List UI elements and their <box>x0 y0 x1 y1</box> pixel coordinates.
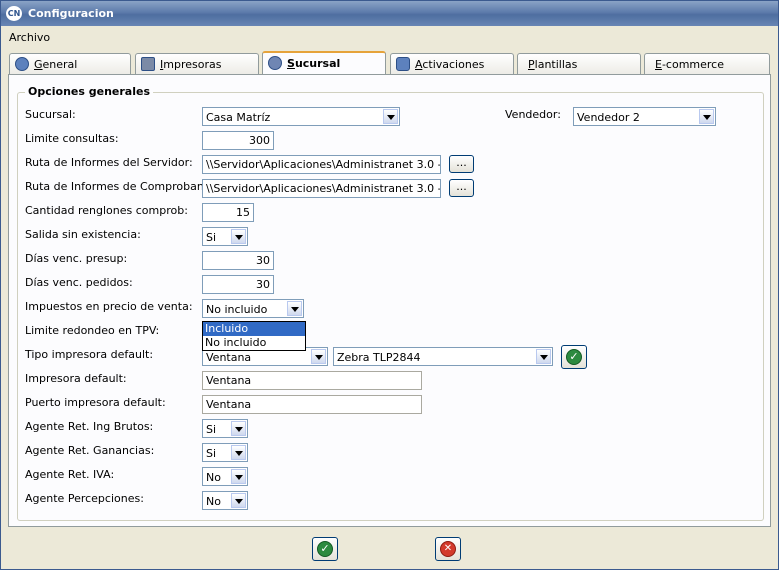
agente-percepciones-value: No <box>206 495 221 508</box>
ruta-servidor-label: Ruta de Informes del Servidor: <box>25 156 193 169</box>
window-title: Configuracion <box>28 7 114 20</box>
agente-ganancias-select[interactable]: Si <box>202 443 248 462</box>
impuestos-precio-value: No incluido <box>206 303 268 316</box>
vendedor-value: Vendedor 2 <box>577 111 640 124</box>
dias-venc-pedidos-label: Días venc. pedidos: <box>25 276 133 289</box>
branch-icon <box>268 56 282 70</box>
ruta-comprobantes-browse-button[interactable]: ... <box>449 179 474 197</box>
chevron-down-icon[interactable] <box>231 229 246 244</box>
puerto-impresora-label: Puerto impresora default: <box>25 396 166 409</box>
tab-activaciones[interactable]: Activaciones <box>390 53 514 75</box>
cantidad-renglones-input[interactable]: 15 <box>202 203 254 222</box>
chevron-down-icon[interactable] <box>699 109 714 124</box>
agente-iva-value: No <box>206 471 221 484</box>
ruta-comprobantes-label: Ruta de Informes de Comprobantes: <box>25 180 225 193</box>
tab-activaciones-label: Activaciones <box>415 58 485 71</box>
tab-general[interactable]: General <box>9 53 131 75</box>
menu-archivo[interactable]: Archivo <box>9 31 50 44</box>
ok-button[interactable]: ✓ <box>312 537 338 561</box>
chevron-down-icon[interactable] <box>231 445 246 460</box>
chevron-down-icon[interactable] <box>287 301 302 316</box>
checkbox-icon <box>396 57 410 71</box>
vendedor-select[interactable]: Vendedor 2 <box>573 107 716 126</box>
tab-sucursal-label: Sucursal <box>287 57 341 70</box>
group-title: Opciones generales <box>25 85 153 98</box>
printer-icon <box>141 57 155 71</box>
impuestos-dropdown-list: Incluido No incluido <box>202 321 306 351</box>
sucursal-label: Sucursal: <box>25 108 76 121</box>
agente-ganancias-value: Si <box>206 447 217 460</box>
tab-sucursal[interactable]: Sucursal <box>262 51 386 76</box>
salida-sin-existencia-select[interactable]: Si <box>202 227 248 246</box>
impresora-default-input[interactable]: Ventana <box>202 371 422 390</box>
salida-sin-existencia-label: Salida sin existencia: <box>25 228 141 241</box>
printer-model-select[interactable]: Zebra TLP2844 <box>333 347 553 366</box>
check-icon: ✓ <box>566 349 582 365</box>
cancel-button[interactable]: ✕ <box>435 537 461 561</box>
app-logo-icon: CN <box>6 6 22 21</box>
tab-strip: General Impresoras Sucursal Activaciones… <box>8 51 771 76</box>
agente-ing-brutos-value: Si <box>206 423 217 436</box>
impuestos-precio-select[interactable]: No incluido <box>202 299 304 318</box>
chevron-down-icon[interactable] <box>536 349 551 364</box>
sucursal-select[interactable]: Casa Matríz <box>202 107 400 126</box>
ruta-servidor-input[interactable]: \\Servidor\Aplicaciones\Administranet 3.… <box>202 155 441 174</box>
dias-venc-presup-label: Días venc. presup: <box>25 252 128 265</box>
agente-ing-brutos-label: Agente Ret. Ing Brutos: <box>25 420 154 433</box>
limite-consultas-input[interactable]: 300 <box>202 131 274 150</box>
agente-ganancias-label: Agente Ret. Ganancias: <box>25 444 155 457</box>
agente-ing-brutos-select[interactable]: Si <box>202 419 248 438</box>
tab-impresoras-label: Impresoras <box>160 58 222 71</box>
agente-percepciones-select[interactable]: No <box>202 491 248 510</box>
chevron-down-icon[interactable] <box>383 109 398 124</box>
chevron-down-icon[interactable] <box>311 349 326 364</box>
cantidad-renglones-label: Cantidad renglones comprob: <box>25 204 188 217</box>
tab-general-label: General <box>34 58 78 71</box>
tipo-impresora-value: Ventana <box>206 351 252 364</box>
tab-ecommerce[interactable]: E-commerce <box>644 53 770 75</box>
tab-plantillas-label: Plantillas <box>528 58 578 71</box>
menu-bar: Archivo <box>9 31 50 47</box>
chevron-down-icon[interactable] <box>231 493 246 508</box>
vendedor-label: Vendedor: <box>505 108 561 121</box>
sucursal-value: Casa Matríz <box>206 111 271 124</box>
cancel-icon: ✕ <box>440 541 456 557</box>
wrench-icon <box>15 57 29 71</box>
options-group: Opciones generales Sucursal: Casa Matríz… <box>17 85 764 521</box>
agente-percepciones-label: Agente Percepciones: <box>25 492 144 505</box>
ruta-servidor-browse-button[interactable]: ... <box>449 155 474 173</box>
tab-panel-sucursal: Opciones generales Sucursal: Casa Matríz… <box>8 74 771 527</box>
limite-redondeo-label: Limite redondeo en TPV: <box>25 324 160 337</box>
chevron-down-icon[interactable] <box>231 421 246 436</box>
tipo-impresora-label: Tipo impresora default: <box>25 348 154 361</box>
tab-impresoras[interactable]: Impresoras <box>135 53 259 75</box>
puerto-impresora-input[interactable]: Ventana <box>202 395 422 414</box>
limite-consultas-label: Limite consultas: <box>25 132 119 145</box>
dropdown-option-no-incluido[interactable]: No incluido <box>203 336 305 350</box>
impuestos-precio-label: Impuestos en precio de venta: <box>25 300 193 313</box>
check-icon: ✓ <box>317 541 333 557</box>
dias-venc-pedidos-input[interactable]: 30 <box>202 275 274 294</box>
config-window: CN Configuracion Archivo General Impreso… <box>0 0 779 570</box>
agente-iva-select[interactable]: No <box>202 467 248 486</box>
tab-ecommerce-label: E-commerce <box>655 58 724 71</box>
dias-venc-presup-input[interactable]: 30 <box>202 251 274 270</box>
confirm-printer-button[interactable]: ✓ <box>561 345 587 369</box>
salida-sin-existencia-value: Si <box>206 231 217 244</box>
printer-model-value: Zebra TLP2844 <box>337 351 421 364</box>
ruta-comprobantes-input[interactable]: \\Servidor\Aplicaciones\Administranet 3.… <box>202 179 441 198</box>
title-bar[interactable]: CN Configuracion <box>1 1 778 26</box>
tab-plantillas[interactable]: Plantillas <box>517 53 641 75</box>
chevron-down-icon[interactable] <box>231 469 246 484</box>
impresora-default-label: Impresora default: <box>25 372 127 385</box>
agente-iva-label: Agente Ret. IVA: <box>25 468 115 481</box>
dropdown-option-incluido[interactable]: Incluido <box>203 322 305 336</box>
